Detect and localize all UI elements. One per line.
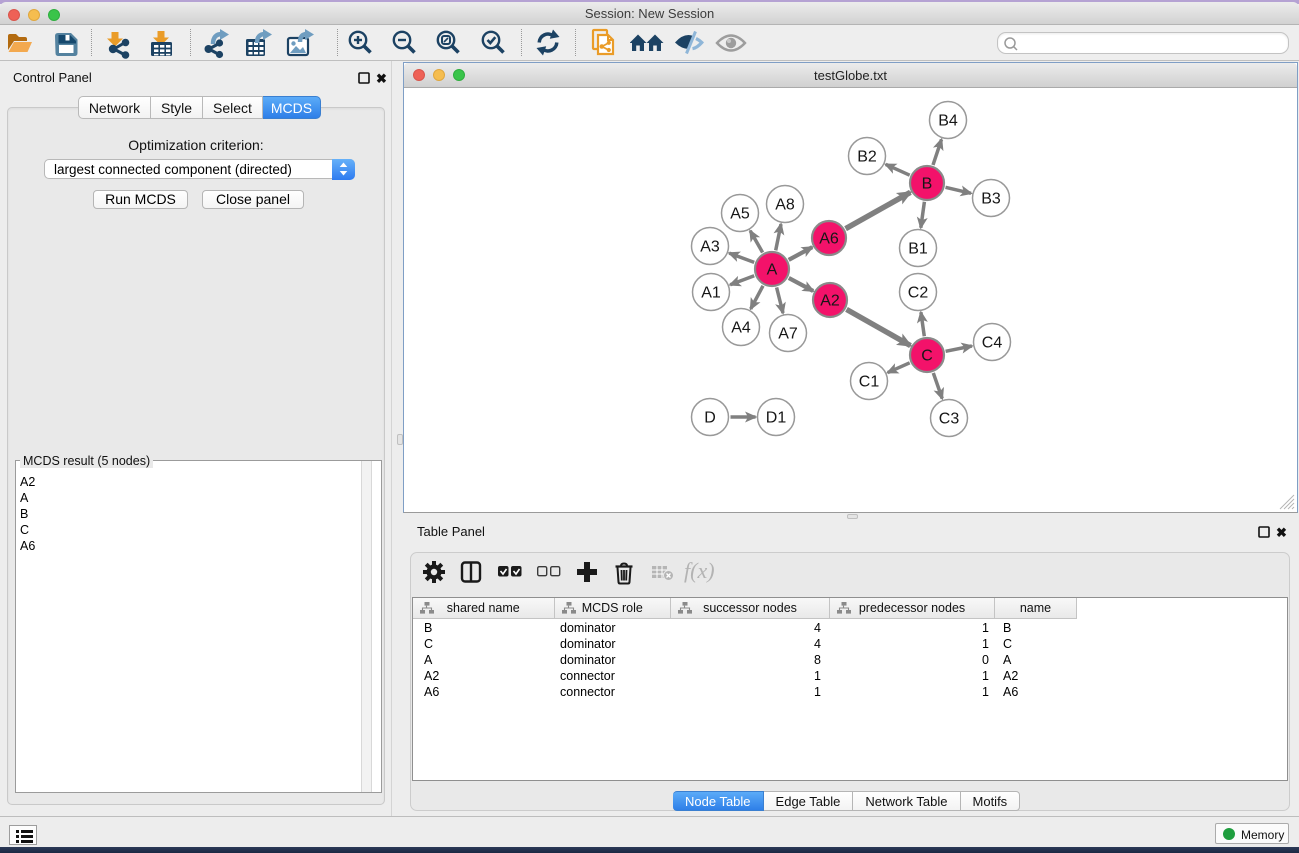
svg-text:A6: A6 xyxy=(819,231,839,248)
svg-text:B3: B3 xyxy=(981,191,1001,208)
svg-text:B: B xyxy=(922,176,933,193)
svg-text:B2: B2 xyxy=(857,149,877,166)
svg-text:A8: A8 xyxy=(775,197,795,214)
svg-text:D1: D1 xyxy=(766,410,787,427)
svg-text:C: C xyxy=(921,348,933,365)
svg-text:A2: A2 xyxy=(820,293,840,310)
svg-text:C4: C4 xyxy=(982,335,1003,352)
svg-text:B4: B4 xyxy=(938,113,958,130)
svg-text:A3: A3 xyxy=(700,239,720,256)
svg-text:A7: A7 xyxy=(778,326,798,343)
svg-text:A1: A1 xyxy=(701,285,721,302)
svg-text:B1: B1 xyxy=(908,241,928,258)
svg-text:A: A xyxy=(767,262,778,279)
svg-text:A5: A5 xyxy=(730,206,750,223)
svg-text:D: D xyxy=(704,410,716,427)
svg-text:C1: C1 xyxy=(859,374,880,391)
svg-text:C3: C3 xyxy=(939,411,960,428)
svg-text:A4: A4 xyxy=(731,320,751,337)
svg-text:C2: C2 xyxy=(908,285,929,302)
